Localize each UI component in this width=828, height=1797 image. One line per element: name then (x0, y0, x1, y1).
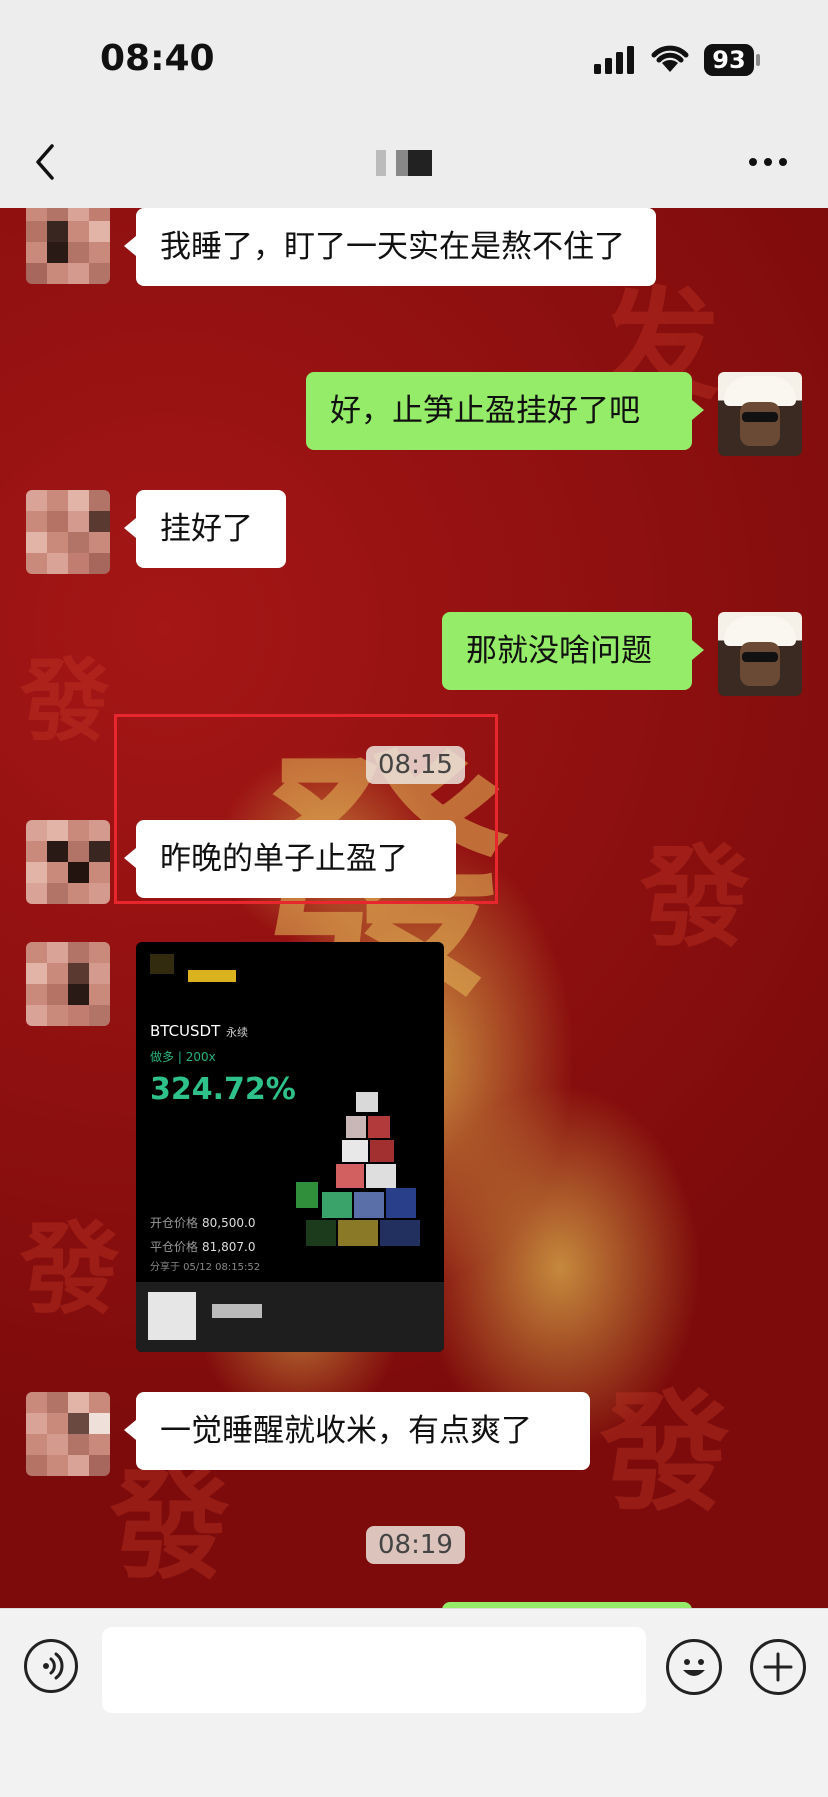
signal-icon (594, 46, 634, 74)
pnl-percent: 324.72% (150, 1072, 296, 1107)
battery-icon: 93 (704, 44, 754, 76)
avatar-contact[interactable] (26, 490, 110, 574)
message-bubble[interactable]: 一觉睡醒就收米，有点爽了 (124, 1392, 590, 1470)
avatar-contact[interactable] (26, 820, 110, 904)
card-footer (136, 1282, 444, 1352)
message-bubble[interactable]: 那就没啥问题 (442, 612, 704, 690)
exchange-logo (150, 954, 174, 974)
chevron-left-icon[interactable] (32, 140, 56, 184)
emoji-icon[interactable] (666, 1639, 722, 1695)
close-price-row: 平仓价格 81,807.0 (150, 1238, 255, 1255)
close-price-label: 平仓价格 (150, 1240, 199, 1254)
message-text: 好，止笋止盈挂好了吧 (330, 393, 640, 429)
timestamp: 08:19 (366, 1526, 465, 1564)
chat-header (0, 120, 828, 209)
avatar-self[interactable] (718, 372, 802, 456)
contact-name-redacted (376, 150, 440, 176)
wifi-icon (651, 45, 689, 72)
battery-nub (756, 54, 760, 66)
open-price-row: 开仓价格 80,500.0 (150, 1214, 255, 1231)
timestamp: 08:15 (366, 746, 465, 784)
exchange-wordmark (188, 970, 236, 982)
qr-code (148, 1292, 196, 1340)
avatar-contact[interactable] (26, 942, 110, 1026)
message-bubble[interactable]: 昨晚的单子止盈了 (124, 820, 456, 898)
pixelated-illustration (296, 1092, 420, 1246)
message-bubble[interactable]: 挂好了 (124, 490, 286, 568)
message-bubble[interactable]: 我睡了，盯了一天实在是熬不住了 (124, 208, 656, 286)
message-text: 那就没啥问题 (466, 633, 652, 669)
open-price-label: 开仓价格 (150, 1216, 199, 1230)
chat-area[interactable]: 发 發 發 發 發 發 發 我睡了，盯了一天实在是熬不住了 好，止笋止盈挂好了吧… (0, 208, 828, 1608)
avatar-self[interactable] (718, 612, 802, 696)
avatar-contact[interactable] (26, 208, 110, 284)
voice-input-icon[interactable] (24, 1639, 78, 1693)
trade-direction: 做多 | 200x (150, 1050, 216, 1064)
message-text: 挂好了 (160, 511, 253, 547)
message-input[interactable] (102, 1627, 646, 1713)
trade-pair: BTCUSDT (150, 1022, 221, 1040)
trade-share-card[interactable]: BTCUSDT 永续 做多 | 200x 324.72% 开仓价格 80,500.… (136, 942, 444, 1352)
input-bar (0, 1608, 828, 1797)
contract-type: 永续 (226, 1026, 248, 1039)
direction-label: 做多 (150, 1050, 175, 1064)
plus-icon[interactable] (750, 1639, 806, 1695)
status-bar: 08:40 93 (0, 0, 828, 120)
bg-decoration: 發 (600, 1376, 731, 1529)
message-text: 一觉睡醒就收米，有点爽了 (160, 1413, 532, 1449)
username-redacted (212, 1304, 262, 1318)
message-text: 我睡了，盯了一天实在是熬不住了 (160, 229, 625, 265)
bg-decoration: 發 (20, 1210, 120, 1328)
status-time: 08:40 (100, 38, 215, 79)
share-time: 分享于 05/12 08:15:52 (150, 1262, 261, 1273)
close-price: 81,807.0 (202, 1240, 256, 1254)
bg-decoration: 發 (20, 648, 110, 754)
leverage-label: 200x (185, 1050, 216, 1064)
open-price: 80,500.0 (202, 1216, 256, 1230)
avatar-contact[interactable] (26, 1392, 110, 1476)
bg-decoration: 發 (640, 833, 750, 962)
message-text: 昨晚的单子止盈了 (160, 841, 408, 877)
ellipsis-icon[interactable] (748, 156, 788, 168)
message-bubble[interactable]: 好，止笋止盈挂好了吧 (306, 372, 704, 450)
